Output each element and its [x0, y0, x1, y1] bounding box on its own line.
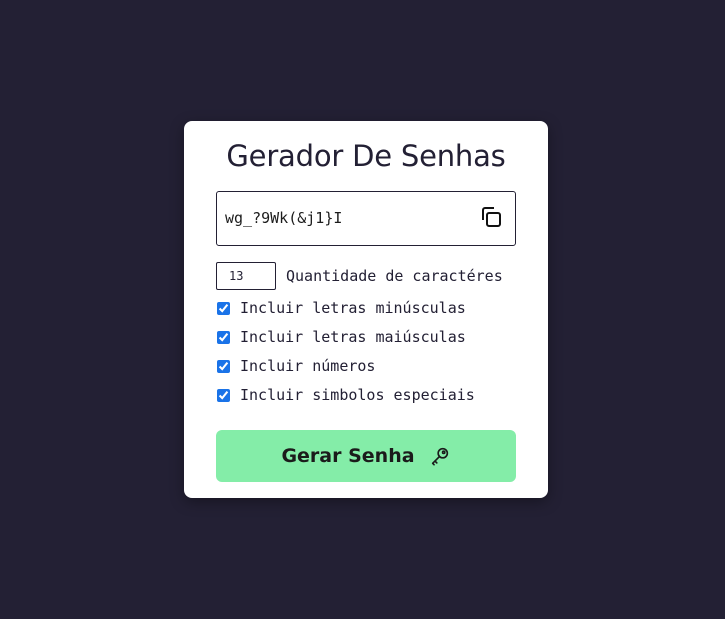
- length-label: Quantidade de caractéres: [286, 267, 503, 285]
- page-title: Gerador De Senhas: [226, 139, 506, 173]
- numbers-label[interactable]: Incluir números: [240, 357, 375, 375]
- option-symbols: Incluir simbolos especiais: [216, 386, 475, 404]
- password-output: wg_?9Wk(&j1}I: [216, 191, 516, 246]
- length-row: Quantidade de caractéres: [216, 262, 503, 290]
- option-numbers: Incluir números: [216, 357, 375, 375]
- lowercase-checkbox[interactable]: [217, 301, 230, 315]
- symbols-checkbox[interactable]: [217, 388, 230, 402]
- length-input[interactable]: [216, 262, 276, 290]
- password-text: wg_?9Wk(&j1}I: [225, 209, 343, 227]
- generate-label: Gerar Senha: [281, 445, 415, 467]
- uppercase-checkbox[interactable]: [217, 330, 230, 344]
- symbols-label[interactable]: Incluir simbolos especiais: [240, 386, 475, 404]
- copy-button[interactable]: [479, 205, 503, 229]
- copy-icon: [482, 207, 501, 227]
- uppercase-label[interactable]: Incluir letras maiúsculas: [240, 328, 466, 346]
- generate-password-button[interactable]: Gerar Senha: [216, 430, 516, 482]
- key-icon: [429, 445, 451, 467]
- numbers-checkbox[interactable]: [217, 359, 230, 373]
- password-generator-card: Gerador De Senhas wg_?9Wk(&j1}I Quantida…: [184, 121, 548, 498]
- option-uppercase: Incluir letras maiúsculas: [216, 328, 466, 346]
- lowercase-label[interactable]: Incluir letras minúsculas: [240, 299, 466, 317]
- option-lowercase: Incluir letras minúsculas: [216, 299, 466, 317]
